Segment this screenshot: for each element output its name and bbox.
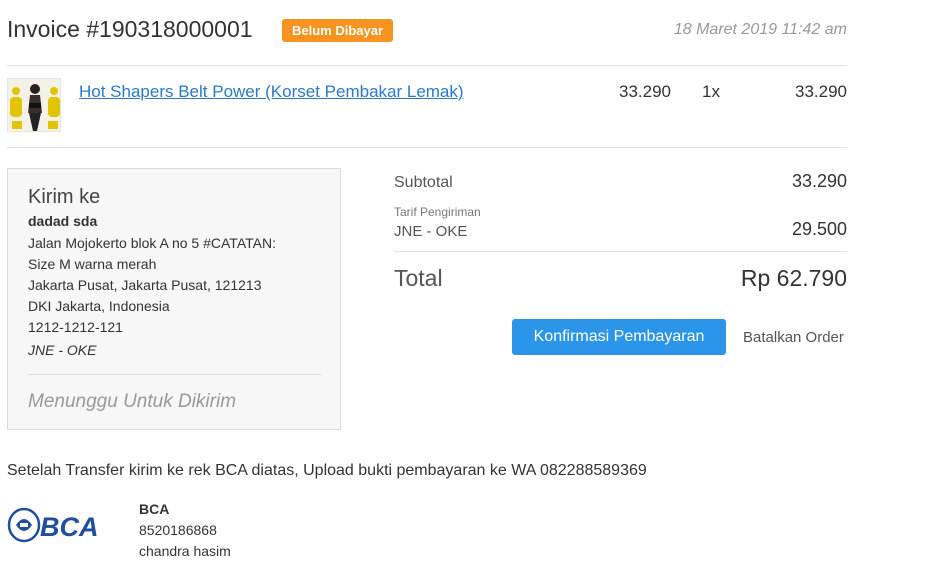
- subtotal-label: Subtotal: [394, 174, 453, 191]
- divider: [7, 65, 847, 66]
- address-lines: Jalan Mojokerto blok A no 5 #CATATAN: Si…: [28, 233, 276, 338]
- product-row: Hot Shapers Belt Power (Korset Pembakar …: [7, 78, 847, 134]
- address-line: DKI Jakarta, Indonesia: [28, 298, 170, 314]
- shipping-service: JNE - OKE: [394, 223, 468, 240]
- bank-name: BCA: [139, 501, 170, 517]
- shipping-title: Kirim ke: [28, 186, 101, 208]
- invoice-header: Invoice #190318000001 Belum Dibayar 18 M…: [7, 16, 847, 48]
- subtotal-value: 33.290: [791, 171, 847, 191]
- product-quantity: 1x: [702, 82, 720, 101]
- total-label: Total: [394, 265, 443, 291]
- bank-account-info: BCA 8520186868 chandra hasim: [139, 499, 231, 562]
- phone-number: 1212-1212-121: [28, 319, 123, 335]
- divider: [28, 374, 321, 375]
- product-name-link[interactable]: Hot Shapers Belt Power (Korset Pembakar …: [79, 82, 464, 102]
- shipping-address-panel: Kirim ke dadad sda Jalan Mojokerto blok …: [7, 168, 341, 430]
- product-line-total: 33.290: [795, 82, 847, 101]
- divider: [394, 251, 847, 252]
- address-line: Jakarta Pusat, Jakarta Pusat, 121213: [28, 277, 262, 293]
- shipping-fee-value: 29.500: [791, 219, 847, 239]
- transfer-instructions: Setelah Transfer kirim ke rek BCA diatas…: [7, 462, 647, 479]
- invoice-date: 18 Maret 2019 11:42 am: [673, 21, 847, 38]
- product-thumbnail[interactable]: [7, 78, 61, 132]
- account-number: 8520186868: [139, 522, 217, 538]
- shipping-status: Menunggu Untuk Dikirim: [28, 391, 237, 412]
- invoice-title: Invoice #190318000001: [7, 16, 253, 42]
- product-price: 33.290: [619, 82, 671, 101]
- bca-logo: BCA: [7, 505, 117, 545]
- divider: [7, 147, 847, 148]
- status-badge: Belum Dibayar: [282, 19, 394, 42]
- shipping-fee-label: Tarif Pengiriman: [394, 205, 481, 219]
- recipient-name: dadad sda: [28, 213, 98, 229]
- bca-logo-icon: BCA: [7, 507, 99, 543]
- address-line: Jalan Mojokerto blok A no 5 #CATATAN:: [28, 235, 276, 251]
- account-holder: chandra hasim: [139, 543, 231, 559]
- total-value: Rp 62.790: [740, 265, 847, 291]
- shipping-courier: JNE - OKE: [28, 342, 97, 358]
- cancel-order-link[interactable]: Batalkan Order: [743, 329, 844, 346]
- address-line: Size M warna merah: [28, 256, 157, 272]
- product-image-icon: [8, 79, 60, 131]
- confirm-payment-button[interactable]: Konfirmasi Pembayaran: [512, 319, 726, 355]
- bca-logo-text: BCA: [40, 512, 99, 542]
